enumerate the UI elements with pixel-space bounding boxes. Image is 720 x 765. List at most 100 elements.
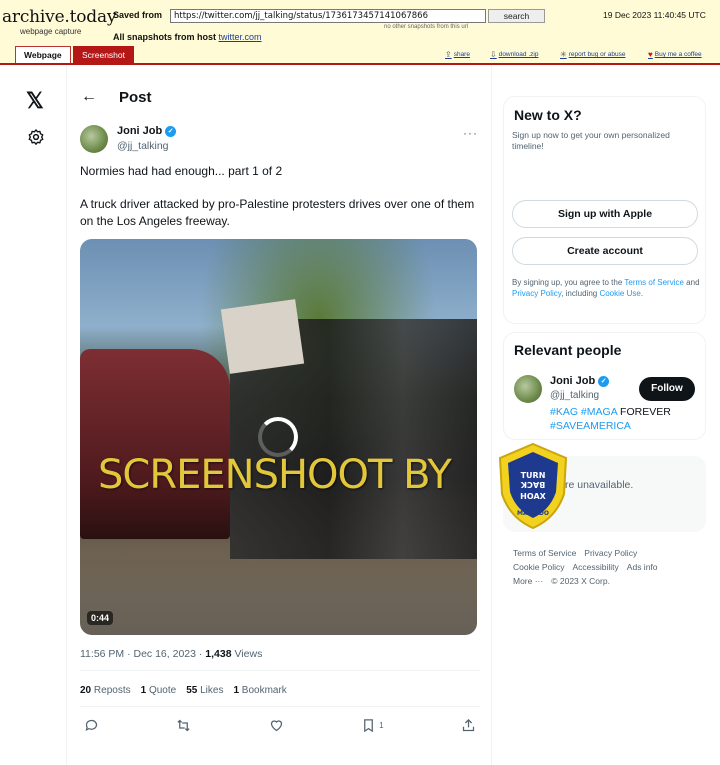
like-button[interactable] [269, 718, 284, 733]
reply-icon [85, 719, 98, 732]
coffee-link[interactable]: ♥ Buy me a coffee [648, 50, 702, 59]
bookmarks-label: Bookmark [241, 685, 287, 696]
quotes-stat[interactable]: 1 Quote [141, 685, 177, 696]
tweet-meta: 11:56 PM · Dec 16, 2023 · 1,438 Views [80, 648, 262, 660]
tab-webpage[interactable]: Webpage [15, 46, 71, 64]
tweet-stats: 20 Reposts 1 Quote 55 Likes 1 Bookmark [80, 685, 287, 696]
download-icon: ⇩ [490, 50, 497, 59]
bio-text: FOREVER [617, 406, 671, 418]
badge-bottom-text: HOAX [520, 492, 546, 501]
author-handle[interactable]: @jj_talking [117, 140, 169, 152]
x-nav: 𝕏 [0, 66, 66, 765]
archive-logo[interactable]: archive.today [2, 7, 117, 27]
archive-header: archive.today webpage capture Saved from… [0, 0, 720, 65]
settings-gear-icon[interactable] [27, 128, 45, 146]
privacy-link[interactable]: Privacy Policy [512, 289, 561, 298]
other-snapshots-note: no other snapshots from this url [384, 24, 469, 30]
new-to-x-title: New to X? [514, 107, 582, 123]
likes-count: 55 [186, 685, 198, 696]
watermark-text: SCREENSHOOT BY [98, 452, 452, 498]
search-button[interactable]: search [488, 9, 545, 23]
all-snapshots-line: All snapshots from host twitter.com [113, 32, 262, 42]
relevant-name-text: Joni Job [550, 375, 596, 387]
download-label: download .zip [498, 51, 539, 58]
x-logo-icon[interactable]: 𝕏 [26, 88, 44, 114]
post-header-title: Post [119, 89, 152, 106]
heart-outline-icon [270, 720, 282, 732]
bio-hashtags[interactable]: #KAG #MAGA [550, 406, 617, 418]
video-player[interactable]: SCREENSHOOT BY 0:44 [80, 239, 477, 635]
video-frame-truck [80, 349, 230, 539]
apple-btn-label: Sign up with Apple [557, 208, 653, 220]
divider [80, 706, 480, 707]
terms-text: . [640, 289, 644, 298]
badge-top-text: TURN [521, 471, 546, 480]
host-link[interactable]: twitter.com [219, 32, 262, 42]
badge-mid-text: BACK [520, 480, 545, 489]
share-link[interactable]: ⇪ share [445, 50, 470, 59]
coffee-label: Buy me a coffee [654, 51, 702, 58]
terms-link[interactable]: Terms of Service [624, 278, 684, 287]
relevant-handle[interactable]: @jj_talking [550, 390, 599, 401]
url-input[interactable]: https://twitter.com/jj_talking/status/17… [170, 9, 486, 23]
reply-button[interactable] [84, 718, 99, 733]
create-account-button[interactable]: Create account [512, 237, 698, 265]
tweet-timestamp[interactable]: 11:56 PM · Dec 16, 2023 · [80, 648, 205, 660]
video-frame-sign [220, 299, 305, 374]
author-avatar[interactable] [80, 125, 108, 153]
share-upload-icon [462, 718, 475, 732]
quotes-count: 1 [140, 685, 147, 696]
footer-accessibility-link[interactable]: Accessibility [573, 562, 619, 572]
report-link[interactable]: ✳ report bug or abuse [560, 50, 625, 59]
sign-up-apple-button[interactable]: Sign up with Apple [512, 200, 698, 228]
signup-terms: By signing up, you agree to the Terms of… [512, 277, 702, 299]
author-name[interactable]: Joni Job ✓ [117, 125, 177, 137]
sidebar-footer: Terms of Service Privacy Policy Cookie Po… [513, 546, 703, 588]
turnbackhoax-shield-logo: TURN BACK HOAX MAFINDO [498, 442, 568, 530]
footer-ads-link[interactable]: Ads info [627, 562, 658, 572]
views-count: 1,438 [205, 648, 232, 660]
footer-more-link[interactable]: More ··· [513, 576, 543, 586]
bookmarks-stat[interactable]: 1 Bookmark [233, 685, 286, 696]
share-button[interactable] [461, 718, 476, 733]
reposts-stat[interactable]: 20 Reposts [80, 685, 131, 696]
terms-text: and [683, 278, 700, 287]
verified-badge-icon: ✓ [165, 125, 177, 137]
repost-button[interactable] [176, 718, 191, 733]
all-snapshots-label: All snapshots [113, 32, 173, 42]
download-link[interactable]: ⇩ download .zip [490, 50, 538, 59]
relevant-people-card: Relevant people Joni Job ✓ @jj_talking #… [503, 332, 706, 440]
terms-text: By signing up, you agree to the [512, 278, 625, 287]
tweet-actions: 1 [80, 718, 480, 733]
likes-stat[interactable]: 55 Likes [186, 685, 223, 696]
cookie-link[interactable]: Cookie Use [599, 289, 640, 298]
footer-cookie-link[interactable]: Cookie Policy [513, 562, 565, 572]
divider [80, 670, 480, 671]
bookmark-count: 1 [379, 721, 384, 730]
bookmark-icon [364, 719, 373, 733]
trends-unavailable-text: re unavailable. [565, 479, 634, 491]
new-to-x-desc: Sign up now to get your own personalized… [512, 130, 670, 151]
verified-badge-icon: ✓ [598, 375, 610, 387]
more-options-icon[interactable]: ··· [463, 126, 478, 140]
relevant-bio: #KAG #MAGA FOREVER #SAVEAMERICA [550, 405, 700, 433]
relevant-people-title: Relevant people [514, 342, 622, 358]
bookmark-button[interactable]: 1 [361, 718, 384, 733]
author-name-text: Joni Job [117, 125, 163, 137]
bookmarks-count: 1 [233, 685, 240, 696]
saved-from-label: Saved from [113, 10, 163, 20]
follow-button[interactable]: Follow [639, 377, 695, 401]
back-arrow-icon[interactable]: ← [81, 88, 97, 106]
relevant-name[interactable]: Joni Job ✓ [550, 375, 610, 387]
footer-terms-link[interactable]: Terms of Service [513, 548, 576, 558]
footer-privacy-link[interactable]: Privacy Policy [584, 548, 637, 558]
relevant-avatar[interactable] [514, 375, 542, 403]
tab-screenshot[interactable]: Screenshot [73, 46, 134, 64]
reposts-count: 20 [80, 685, 92, 696]
share-icon: ⇪ [445, 50, 452, 59]
archive-subtitle: webpage capture [20, 27, 82, 36]
quotes-label: Quote [148, 685, 177, 696]
views-label: Views [231, 648, 263, 660]
loading-spinner-icon [258, 417, 298, 457]
bio-hashtag[interactable]: #SAVEAMERICA [550, 420, 631, 432]
